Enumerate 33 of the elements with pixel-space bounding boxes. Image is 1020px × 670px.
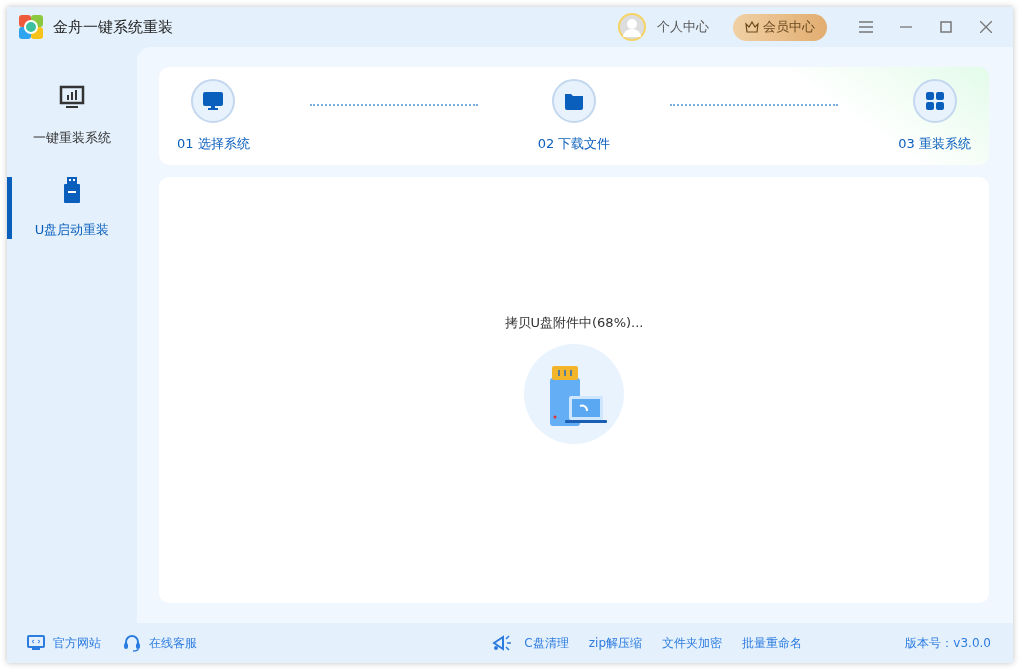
tool-link[interactable]: C盘清理 [492,634,569,652]
step-label: 03 重装系统 [898,135,971,153]
tool-label: C盘清理 [524,634,569,652]
crown-icon [745,21,759,33]
monitor-icon [202,91,225,111]
footer-link[interactable]: 官方网站 [27,634,101,652]
minimize-icon [900,26,912,28]
tool-link[interactable]: zip解压缩 [588,634,642,652]
tool-link[interactable]: 文件夹加密 [662,634,722,652]
progress-status: 拷贝U盘附件中(68%)... [504,314,644,332]
grid-icon [924,91,945,111]
footer-link-label: 官方网站 [53,634,101,652]
menu-icon [859,21,873,33]
app-logo-icon [19,15,43,39]
vip-center-button[interactable]: 会员中心 [733,13,827,41]
tool-link[interactable]: 批量重命名 [742,634,802,652]
footer-link-label: 在线客服 [149,634,197,652]
megaphone-icon [492,634,513,652]
user-center-link[interactable]: 个人中心 [657,18,709,36]
step-label: 01 选择系统 [177,135,250,153]
close-icon [980,21,992,33]
headset-icon [123,634,141,652]
avatar-icon[interactable] [617,12,647,42]
folder-icon [563,91,585,111]
monitor-chart-icon [59,85,85,109]
footer-link[interactable]: 在线客服 [123,634,197,652]
monitor-code-icon [27,635,45,651]
maximize-icon [940,21,952,33]
step-label: 02 下载文件 [537,135,611,153]
version-label: 版本号：v3.0.0 [905,634,991,652]
usb-drive-icon [64,177,80,203]
sidebar-item[interactable]: 一键重装系统 [7,85,137,147]
window-title: 金舟一键系统重装 [53,17,173,37]
